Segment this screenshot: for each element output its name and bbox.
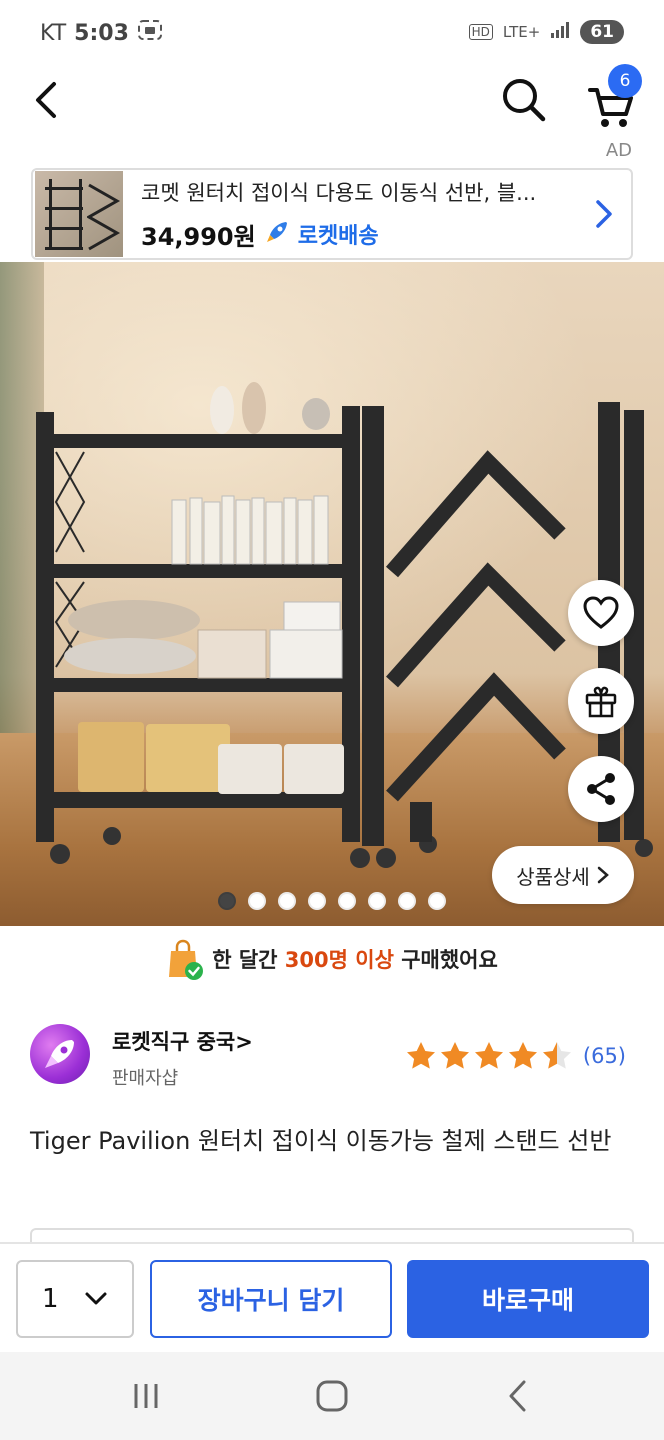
purchase-count: 300명 이상 <box>284 948 394 972</box>
seller-shop-label: 판매자샵 <box>112 1068 179 1089</box>
search-button[interactable] <box>496 72 552 128</box>
chevron-right-icon <box>589 198 619 230</box>
ad-label: AD <box>605 140 632 161</box>
star-icon <box>508 1042 537 1069</box>
purchase-notice: 한 달간 300명 이상 구매했어요 <box>0 936 664 982</box>
quantity-select[interactable]: 1 <box>16 1260 134 1338</box>
carousel-dot[interactable] <box>428 892 446 910</box>
seller-section: 로켓직구 중국> 판매자샵 (65) <box>30 1022 634 1092</box>
search-icon <box>503 79 546 122</box>
shopping-bag-icon <box>166 939 204 980</box>
rocket-icon <box>45 1040 74 1068</box>
carousel-dot[interactable] <box>398 892 416 910</box>
wishlist-button[interactable] <box>568 580 634 646</box>
add-to-cart-button[interactable]: 장바구니 담기 <box>150 1260 392 1338</box>
recent-apps-button[interactable] <box>116 1370 176 1422</box>
carrier-label: KT <box>40 20 67 46</box>
carousel-dot[interactable] <box>368 892 386 910</box>
purchase-notice-suffix: 구매했어요 <box>401 948 498 972</box>
chevron-down-icon <box>85 1292 107 1305</box>
app-header: 6 <box>0 64 664 136</box>
review-count[interactable]: (65) <box>583 1044 626 1068</box>
cart-button[interactable]: 6 <box>582 64 646 130</box>
back-button[interactable] <box>22 72 72 128</box>
product-image-carousel[interactable] <box>0 262 664 926</box>
back-arrow-icon <box>36 82 56 118</box>
product-rating[interactable]: (65) <box>405 1040 626 1072</box>
product-photo <box>36 382 653 868</box>
signal-icon <box>550 21 570 43</box>
buy-now-button[interactable]: 바로구매 <box>407 1260 649 1338</box>
gift-button[interactable] <box>568 668 634 734</box>
seller-name-link[interactable]: 로켓직구 중국> <box>112 1026 253 1056</box>
share-icon <box>587 773 615 805</box>
system-nav-bar <box>0 1352 664 1440</box>
carousel-dot[interactable] <box>218 892 236 910</box>
chevron-right-icon <box>597 866 609 884</box>
carousel-dot[interactable] <box>338 892 356 910</box>
share-button[interactable] <box>568 756 634 822</box>
carousel-dot[interactable] <box>308 892 326 910</box>
home-button[interactable] <box>302 1370 362 1422</box>
carousel-dot[interactable] <box>278 892 296 910</box>
rocket-delivery-label: 로켓배송 <box>297 224 379 249</box>
ad-title: 코멧 원터치 접이식 다용도 이동식 선반, 블... <box>141 180 537 205</box>
star-icon <box>440 1042 469 1069</box>
rocket-icon <box>264 219 290 249</box>
purchase-notice-prefix: 한 달간 <box>212 948 278 972</box>
network-label: LTE+ <box>502 23 541 41</box>
star-icon <box>474 1042 503 1069</box>
quantity-value: 1 <box>42 1284 59 1314</box>
star-icon <box>406 1042 435 1069</box>
cart-count-badge: 6 <box>608 64 642 98</box>
hd-icon: HD <box>468 24 493 40</box>
back-nav-button[interactable] <box>488 1370 548 1422</box>
carousel-dot[interactable] <box>248 892 266 910</box>
gift-icon <box>585 686 617 718</box>
recent-apps-icon <box>134 1384 158 1408</box>
home-icon <box>316 1380 348 1412</box>
status-bar: KT 5:03 HD LTE+ 61 <box>0 0 664 66</box>
product-title: Tiger Pavilion 원터치 접이식 이동가능 철제 스탠드 선반 <box>30 1127 612 1155</box>
ad-thumbnail <box>35 171 123 257</box>
seller-avatar[interactable] <box>30 1024 90 1084</box>
carousel-indicator <box>0 892 664 910</box>
screenshot-icon <box>137 19 163 47</box>
clock: 5:03 <box>74 20 129 46</box>
back-nav-icon <box>509 1380 526 1412</box>
heart-icon <box>583 596 619 629</box>
battery-indicator: 61 <box>580 20 624 44</box>
star-icon <box>542 1042 571 1069</box>
ad-price: 34,990원 <box>141 222 256 251</box>
product-detail-label: 상품상세 <box>516 864 590 889</box>
purchase-bar: 1 장바구니 담기 바로구매 <box>0 1242 664 1352</box>
ad-banner[interactable]: 코멧 원터치 접이식 다용도 이동식 선반, 블... 34,990원 로켓배송 <box>31 168 633 260</box>
